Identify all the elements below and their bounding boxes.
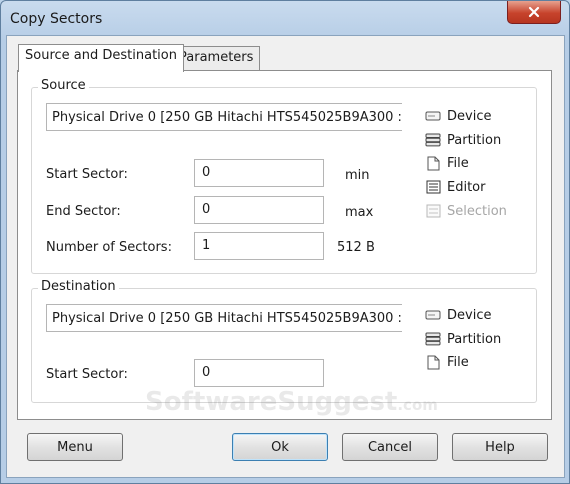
option-label: Device <box>447 307 492 323</box>
tab-parameters[interactable]: Parameters <box>172 46 261 71</box>
window-title: Copy Sectors <box>10 11 103 27</box>
option-label: Partition <box>447 331 502 347</box>
destination-file-option[interactable]: File <box>425 352 469 372</box>
source-editor-option[interactable]: Editor <box>425 177 485 197</box>
editor-icon <box>425 179 441 195</box>
cancel-button[interactable]: Cancel <box>342 433 438 461</box>
destination-group-label: Destination <box>38 279 119 294</box>
tab-label: Parameters <box>179 50 254 65</box>
source-start-sector-input[interactable]: 0 <box>194 159 324 187</box>
dialog-client-area: Source and Destination Parameters Source… <box>6 35 565 478</box>
button-label: Help <box>485 439 515 455</box>
source-partition-option[interactable]: Partition <box>425 130 501 150</box>
destination-group: Destination Physical Drive 0 [250 GB Hit… <box>31 279 537 403</box>
source-start-sector-label: Start Sector: <box>46 167 128 182</box>
file-icon <box>425 354 441 370</box>
button-label: Cancel <box>367 439 413 455</box>
ok-button[interactable]: Ok <box>232 433 328 461</box>
destination-start-sector-label: Start Sector: <box>46 367 128 382</box>
destination-path-field[interactable]: Physical Drive 0 [250 GB Hitachi HTS5450… <box>46 304 402 332</box>
end-unit-label: max <box>345 205 374 220</box>
end-sector-input[interactable]: 0 <box>194 196 324 224</box>
destination-start-sector-input[interactable]: 0 <box>194 359 324 387</box>
close-button[interactable] <box>507 1 561 24</box>
close-icon <box>528 6 540 18</box>
start-unit-label: min <box>345 168 370 183</box>
source-group: Source Physical Drive 0 [250 GB Hitachi … <box>31 78 537 274</box>
tab-source-and-destination[interactable]: Source and Destination <box>18 44 184 72</box>
button-label: Menu <box>57 439 93 455</box>
partition-icon <box>425 331 441 347</box>
source-path-field[interactable]: Physical Drive 0 [250 GB Hitachi HTS5450… <box>46 103 402 131</box>
tab-panel: Source Physical Drive 0 [250 GB Hitachi … <box>17 70 552 420</box>
button-label: Ok <box>271 439 289 455</box>
menu-button[interactable]: Menu <box>27 433 123 461</box>
partition-icon <box>425 132 441 148</box>
drive-icon <box>425 108 441 124</box>
destination-partition-option[interactable]: Partition <box>425 329 501 349</box>
drive-icon <box>425 307 441 323</box>
option-label: File <box>447 354 469 370</box>
help-button[interactable]: Help <box>452 433 548 461</box>
option-label: File <box>447 155 469 171</box>
option-label: Partition <box>447 132 502 148</box>
source-selection-option: Selection <box>425 201 507 221</box>
selection-icon <box>425 203 441 219</box>
dialog-window: Copy Sectors Source and Destination Para… <box>0 0 570 484</box>
title-bar[interactable]: Copy Sectors <box>1 1 569 35</box>
source-device-option[interactable]: Device <box>425 106 491 126</box>
tab-label: Source and Destination <box>25 48 177 63</box>
source-group-label: Source <box>38 78 89 93</box>
number-of-sectors-label: Number of Sectors: <box>46 240 172 255</box>
end-sector-label: End Sector: <box>46 204 121 219</box>
option-label: Selection <box>447 203 507 219</box>
option-label: Editor <box>447 179 486 195</box>
destination-device-option[interactable]: Device <box>425 305 491 325</box>
number-of-sectors-input[interactable]: 1 <box>194 232 324 260</box>
sector-size-label: 512 B <box>337 240 375 255</box>
file-icon <box>425 155 441 171</box>
option-label: Device <box>447 108 492 124</box>
source-file-option[interactable]: File <box>425 153 469 173</box>
